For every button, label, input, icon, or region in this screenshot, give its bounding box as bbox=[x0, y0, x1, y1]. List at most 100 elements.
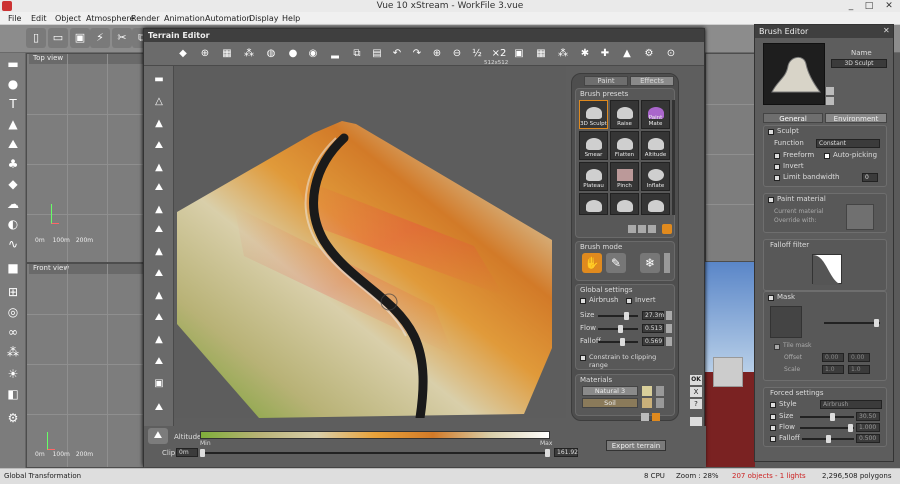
new-file-icon[interactable]: ▯ bbox=[26, 28, 46, 48]
brush-editor-window[interactable]: Brush Editor ✕ Name 3D Sculpt General En… bbox=[754, 24, 894, 462]
flow-field[interactable]: 0.513 bbox=[642, 324, 664, 333]
altitude-gradient[interactable] bbox=[200, 431, 550, 439]
flatten-icon[interactable]: ▂ bbox=[326, 45, 344, 63]
material-1-options-icon[interactable] bbox=[656, 386, 664, 396]
falloff-slider-knob[interactable] bbox=[620, 338, 625, 346]
canyon-icon[interactable]: ⛰ bbox=[149, 222, 169, 238]
mask-slider[interactable] bbox=[824, 319, 880, 327]
open-file-icon[interactable]: ▭ bbox=[48, 28, 68, 48]
forced-flow-knob[interactable] bbox=[848, 424, 853, 432]
material-2-button[interactable]: Soil bbox=[582, 398, 638, 408]
preset-smear[interactable]: Smear bbox=[579, 131, 608, 160]
falloff-field[interactable]: 0.569 bbox=[642, 337, 664, 346]
forced-size-checkbox[interactable] bbox=[770, 414, 776, 420]
falloff-spinner-icon[interactable] bbox=[666, 337, 672, 346]
forced-size-field[interactable]: 30.50 bbox=[856, 412, 880, 421]
mountain-icon[interactable]: ▲ bbox=[149, 202, 169, 218]
peak-icon[interactable]: △ bbox=[149, 94, 169, 110]
forced-flow-slider[interactable] bbox=[800, 424, 854, 432]
brush-close-icon[interactable]: ✕ bbox=[883, 26, 890, 35]
light-icon[interactable]: ◐ bbox=[3, 215, 23, 233]
mountain-icon[interactable]: ⛰ bbox=[149, 138, 169, 154]
rock-icon[interactable]: ◆ bbox=[3, 175, 23, 193]
terrain-canvas[interactable] bbox=[174, 66, 566, 423]
erosion-icon[interactable]: ⛰ bbox=[149, 400, 169, 416]
clip-high-field[interactable]: 161.92 bbox=[554, 448, 578, 457]
limit-bandwidth-checkbox[interactable] bbox=[774, 175, 780, 181]
zoom-out-icon[interactable]: ⊖ bbox=[448, 45, 466, 63]
top-viewport[interactable]: Top view 0m 100m 200m bbox=[26, 53, 144, 263]
undo-icon[interactable]: ↶ bbox=[388, 45, 406, 63]
cloud-icon[interactable]: ☁ bbox=[3, 195, 23, 213]
grid-icon[interactable]: ▦ bbox=[532, 45, 550, 63]
load-brush-icon[interactable] bbox=[826, 97, 834, 105]
mask-preview[interactable] bbox=[770, 306, 802, 338]
options-icon[interactable] bbox=[652, 413, 660, 421]
clip-low-field[interactable]: 0m bbox=[176, 448, 198, 457]
mode-options-icon[interactable] bbox=[664, 253, 670, 273]
save-file-icon[interactable]: ▣ bbox=[70, 28, 90, 48]
terrain-editor-window[interactable]: Terrain Editor ◆ ⊕ ▦ ⁂ ◍ ● ◉ ▂ ⧉ ▤ ↶ ↷ ⊕… bbox=[143, 28, 706, 467]
lattice-icon[interactable]: ⁂ bbox=[3, 343, 23, 361]
flat-terrain-icon[interactable]: ▬ bbox=[149, 72, 169, 88]
menu-edit[interactable]: Edit bbox=[31, 14, 47, 23]
constrain-checkbox[interactable] bbox=[580, 355, 586, 361]
sculpt-checkbox[interactable] bbox=[768, 129, 774, 135]
material-2-swatch[interactable] bbox=[642, 398, 652, 408]
preset-pinch[interactable]: Pinch bbox=[610, 162, 639, 191]
add-effect-icon[interactable]: ✚ bbox=[596, 45, 614, 63]
flow-slider-knob[interactable] bbox=[618, 325, 623, 333]
shade-icon[interactable]: ◉ bbox=[304, 45, 322, 63]
limit-bandwidth-field[interactable]: 0 bbox=[862, 173, 878, 182]
minimize-button[interactable]: _ bbox=[842, 0, 860, 12]
edit-preset-icon[interactable] bbox=[638, 225, 646, 233]
presets-scrollbar[interactable] bbox=[672, 100, 675, 215]
render-icon[interactable]: ⚙ bbox=[3, 409, 23, 427]
tab-paint[interactable]: Paint bbox=[584, 76, 628, 86]
brush-name-field[interactable]: 3D Sculpt bbox=[831, 59, 887, 68]
size-slider-knob[interactable] bbox=[624, 312, 629, 320]
boolean-icon[interactable]: ◎ bbox=[3, 303, 23, 321]
curve-icon[interactable]: ∿ bbox=[3, 235, 23, 253]
preset-inflate[interactable]: Inflate bbox=[641, 162, 670, 191]
side-viewport[interactable] bbox=[705, 53, 755, 262]
ridge-icon[interactable]: ▲ bbox=[618, 45, 636, 63]
front-viewport[interactable]: Front view 0m 100m 200m bbox=[26, 263, 144, 468]
terraces-icon[interactable]: ⛰ bbox=[149, 310, 169, 326]
dunes-icon[interactable]: ▲ bbox=[149, 244, 169, 260]
paint-material-checkbox[interactable] bbox=[768, 197, 774, 203]
sun-icon[interactable]: ☀ bbox=[3, 365, 23, 383]
add-preset-icon[interactable] bbox=[628, 225, 636, 233]
forced-falloff-checkbox[interactable] bbox=[770, 436, 776, 442]
help-button[interactable]: ? bbox=[690, 399, 702, 409]
forced-size-knob[interactable] bbox=[830, 413, 835, 421]
metablob-icon[interactable]: ∞ bbox=[3, 323, 23, 341]
flow-slider[interactable] bbox=[598, 325, 638, 333]
preset-paint-mate[interactable]: Paint Mate bbox=[641, 100, 670, 129]
size-field[interactable]: 27.3m bbox=[642, 311, 664, 320]
altitude-map-icon[interactable]: ⛰ bbox=[148, 428, 168, 444]
erosion-icon[interactable]: ⁂ bbox=[240, 45, 258, 63]
cube-icon[interactable]: ■ bbox=[3, 259, 23, 277]
clip-low-knob[interactable] bbox=[200, 449, 205, 457]
forced-falloff-slider[interactable] bbox=[802, 435, 854, 443]
menu-help[interactable]: Help bbox=[282, 14, 300, 23]
brush-editor-icon[interactable] bbox=[662, 224, 672, 234]
invert-checkbox[interactable] bbox=[774, 164, 780, 170]
size-spinner-icon[interactable] bbox=[666, 311, 672, 320]
delete-preset-icon[interactable] bbox=[648, 225, 656, 233]
offset-x-field[interactable]: 0.00 bbox=[822, 353, 844, 362]
cut-icon[interactable]: ✂ bbox=[112, 28, 132, 48]
plane-icon[interactable]: ▬ bbox=[3, 55, 23, 73]
falloff-slider[interactable] bbox=[598, 338, 638, 346]
sphere-icon[interactable]: ● bbox=[3, 75, 23, 93]
size-slider[interactable] bbox=[598, 312, 638, 320]
fractal-icon[interactable]: ✱ bbox=[576, 45, 594, 63]
maximize-button[interactable]: □ bbox=[860, 0, 878, 12]
invert-checkbox[interactable] bbox=[626, 298, 632, 304]
volcano-icon[interactable]: ⛰ bbox=[149, 266, 169, 282]
sphere-shade-icon[interactable]: ● bbox=[284, 45, 302, 63]
preset-more[interactable] bbox=[579, 193, 608, 215]
portrait-icon[interactable]: ▣ bbox=[149, 376, 169, 392]
sculpt-mode-icon[interactable]: ✋ bbox=[582, 253, 602, 273]
